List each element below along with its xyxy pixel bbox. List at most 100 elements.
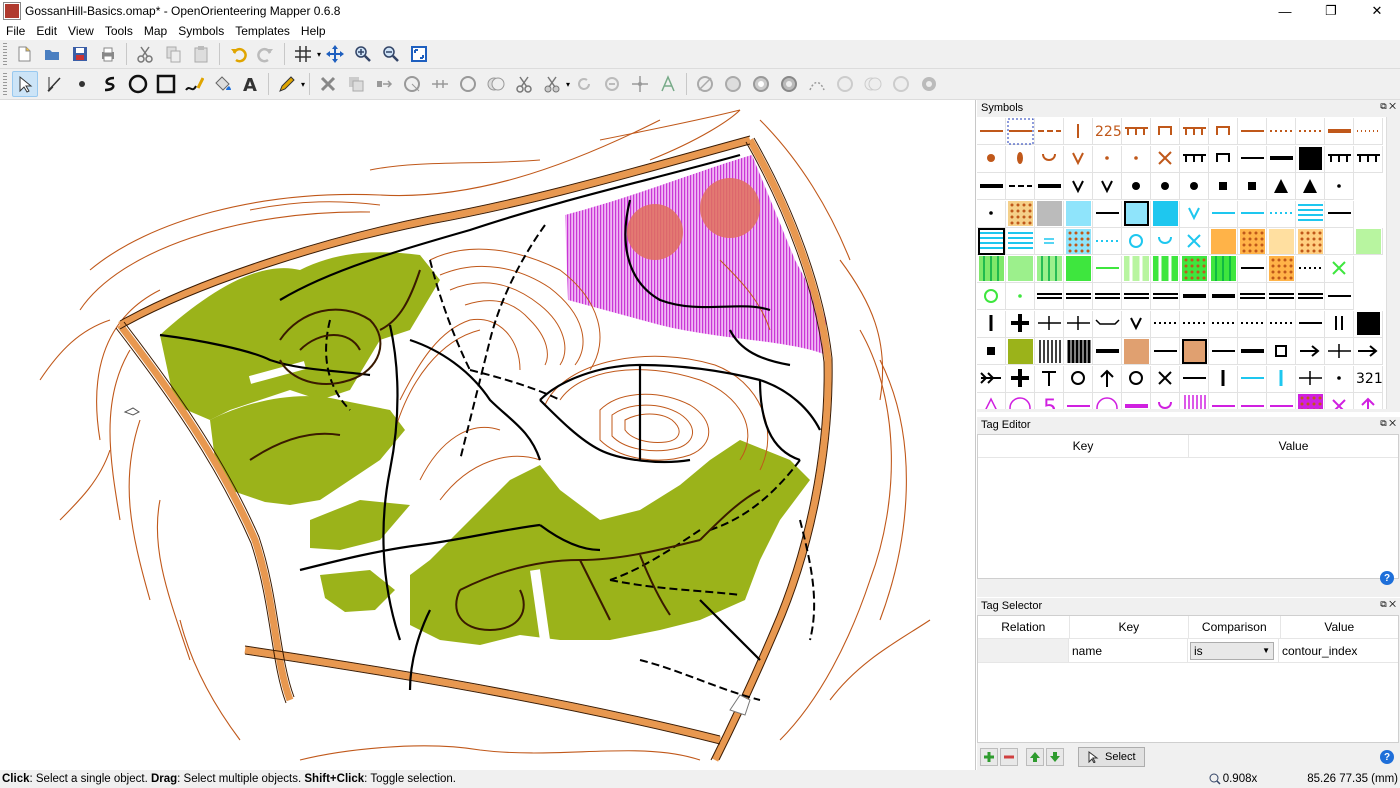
symbol-item[interactable] bbox=[1035, 365, 1064, 393]
symbol-item[interactable]: 225 bbox=[1093, 118, 1122, 145]
symbol-item[interactable] bbox=[1267, 200, 1296, 228]
boolean-intersect-icon[interactable] bbox=[721, 72, 745, 96]
symbol-item[interactable] bbox=[977, 227, 1006, 255]
close-icon[interactable]: ✕ bbox=[1389, 599, 1396, 609]
symbol-item[interactable] bbox=[1354, 338, 1383, 365]
undo-icon[interactable] bbox=[226, 42, 250, 66]
symbol-item[interactable] bbox=[1006, 200, 1035, 228]
measure-icon[interactable] bbox=[656, 72, 680, 96]
float-icon[interactable]: ⧉ bbox=[1380, 599, 1386, 609]
symbol-item[interactable] bbox=[1151, 255, 1180, 283]
symbol-item[interactable] bbox=[977, 173, 1006, 200]
cut-object-icon[interactable] bbox=[456, 72, 480, 96]
symbol-item[interactable] bbox=[1180, 118, 1209, 145]
symbol-item[interactable] bbox=[1325, 200, 1354, 228]
remove-row-icon[interactable] bbox=[1000, 748, 1018, 766]
tag-selector-table[interactable]: Relation Key Comparison Value name is ▼ … bbox=[977, 615, 1399, 743]
distribute-icon[interactable] bbox=[917, 72, 941, 96]
symbol-item[interactable] bbox=[1209, 200, 1238, 228]
freehand-icon[interactable] bbox=[182, 72, 206, 96]
column-header-comparison[interactable]: Comparison bbox=[1189, 616, 1281, 638]
menu-templates[interactable]: Templates bbox=[229, 24, 295, 38]
symbol-item[interactable] bbox=[1064, 283, 1093, 310]
rotate-icon[interactable] bbox=[572, 72, 596, 96]
symbol-item[interactable] bbox=[1151, 310, 1180, 338]
symbol-item[interactable] bbox=[1064, 365, 1093, 393]
copy-icon[interactable] bbox=[161, 42, 185, 66]
menu-map[interactable]: Map bbox=[138, 24, 172, 38]
symbol-item[interactable] bbox=[1180, 310, 1209, 338]
symbol-item[interactable] bbox=[1122, 118, 1151, 145]
close-icon[interactable]: ✕ bbox=[1389, 418, 1396, 428]
symbol-item[interactable] bbox=[1093, 200, 1122, 228]
zoom-in-icon[interactable] bbox=[351, 42, 375, 66]
menu-help[interactable]: Help bbox=[295, 24, 331, 38]
cut-dropdown-icon[interactable]: ▾ bbox=[566, 80, 570, 89]
symbol-item[interactable] bbox=[1006, 173, 1035, 200]
symbol-item[interactable] bbox=[1296, 173, 1325, 200]
symbol-item[interactable] bbox=[1325, 173, 1354, 200]
symbol-item[interactable] bbox=[1035, 200, 1064, 228]
symbol-item[interactable] bbox=[1151, 338, 1180, 365]
symbol-item[interactable] bbox=[1354, 145, 1383, 173]
symbol-item[interactable] bbox=[1209, 365, 1238, 393]
symbol-item[interactable] bbox=[1267, 228, 1296, 255]
symbol-item[interactable] bbox=[1122, 200, 1151, 228]
symbol-item[interactable] bbox=[1209, 173, 1238, 200]
symbol-item[interactable] bbox=[1093, 255, 1122, 283]
symbol-item[interactable] bbox=[1325, 393, 1354, 409]
symbol-item[interactable] bbox=[1151, 118, 1180, 145]
help-icon[interactable]: ? bbox=[1380, 750, 1394, 764]
delete-icon[interactable] bbox=[316, 72, 340, 96]
symbol-item[interactable] bbox=[1325, 310, 1354, 338]
symbol-item[interactable] bbox=[1035, 283, 1064, 310]
text-icon[interactable]: A bbox=[238, 72, 262, 96]
edit-objects-icon[interactable] bbox=[12, 71, 38, 97]
symbol-item[interactable] bbox=[1122, 365, 1151, 393]
symbol-item[interactable] bbox=[1238, 255, 1267, 283]
symbol-item[interactable] bbox=[1122, 145, 1151, 173]
symbol-item[interactable] bbox=[1209, 310, 1238, 338]
select-button[interactable]: Select bbox=[1078, 747, 1145, 767]
symbol-item[interactable] bbox=[1209, 393, 1238, 409]
menu-view[interactable]: View bbox=[62, 24, 99, 38]
symbol-item[interactable] bbox=[1267, 393, 1296, 409]
zoom-out-icon[interactable] bbox=[379, 42, 403, 66]
symbol-item[interactable] bbox=[1006, 118, 1035, 145]
scissors-icon[interactable] bbox=[512, 72, 536, 96]
symbol-item[interactable] bbox=[1180, 200, 1209, 228]
symbol-item[interactable] bbox=[1296, 310, 1325, 338]
toolbar-grip[interactable] bbox=[3, 43, 7, 65]
symbol-item[interactable] bbox=[1180, 283, 1209, 310]
symbol-item[interactable] bbox=[1180, 228, 1209, 255]
rectangle-icon[interactable] bbox=[154, 72, 178, 96]
cutaway-icon[interactable] bbox=[889, 72, 913, 96]
symbol-item[interactable] bbox=[1209, 283, 1238, 310]
fill-border-icon[interactable] bbox=[400, 72, 424, 96]
symbol-item[interactable] bbox=[1296, 118, 1325, 145]
symbol-item[interactable] bbox=[1296, 200, 1325, 228]
column-header-relation[interactable]: Relation bbox=[978, 616, 1070, 638]
symbol-item[interactable] bbox=[1035, 338, 1064, 365]
symbol-item[interactable] bbox=[977, 310, 1006, 338]
symbol-item[interactable] bbox=[1209, 228, 1238, 255]
symbol-item[interactable] bbox=[1180, 255, 1209, 283]
symbol-item[interactable] bbox=[1267, 173, 1296, 200]
symbol-item[interactable] bbox=[1035, 228, 1064, 255]
symbol-item[interactable] bbox=[1267, 365, 1296, 393]
symbol-item[interactable] bbox=[1238, 200, 1267, 228]
symbol-item[interactable] bbox=[1064, 228, 1093, 255]
print-icon[interactable] bbox=[96, 42, 120, 66]
symbol-item[interactable] bbox=[1006, 283, 1035, 310]
symbol-item[interactable] bbox=[1151, 393, 1180, 409]
symbol-item[interactable] bbox=[977, 393, 1006, 409]
symbol-item[interactable] bbox=[1035, 255, 1064, 283]
move-down-icon[interactable] bbox=[1046, 748, 1064, 766]
symbol-item[interactable] bbox=[977, 365, 1006, 393]
symbol-item[interactable] bbox=[977, 283, 1006, 310]
symbol-item[interactable] bbox=[1035, 145, 1064, 173]
symbol-item[interactable] bbox=[1122, 255, 1151, 283]
symbol-item[interactable] bbox=[1122, 310, 1151, 338]
symbol-item[interactable] bbox=[1296, 283, 1325, 310]
symbol-item[interactable] bbox=[1209, 255, 1238, 283]
